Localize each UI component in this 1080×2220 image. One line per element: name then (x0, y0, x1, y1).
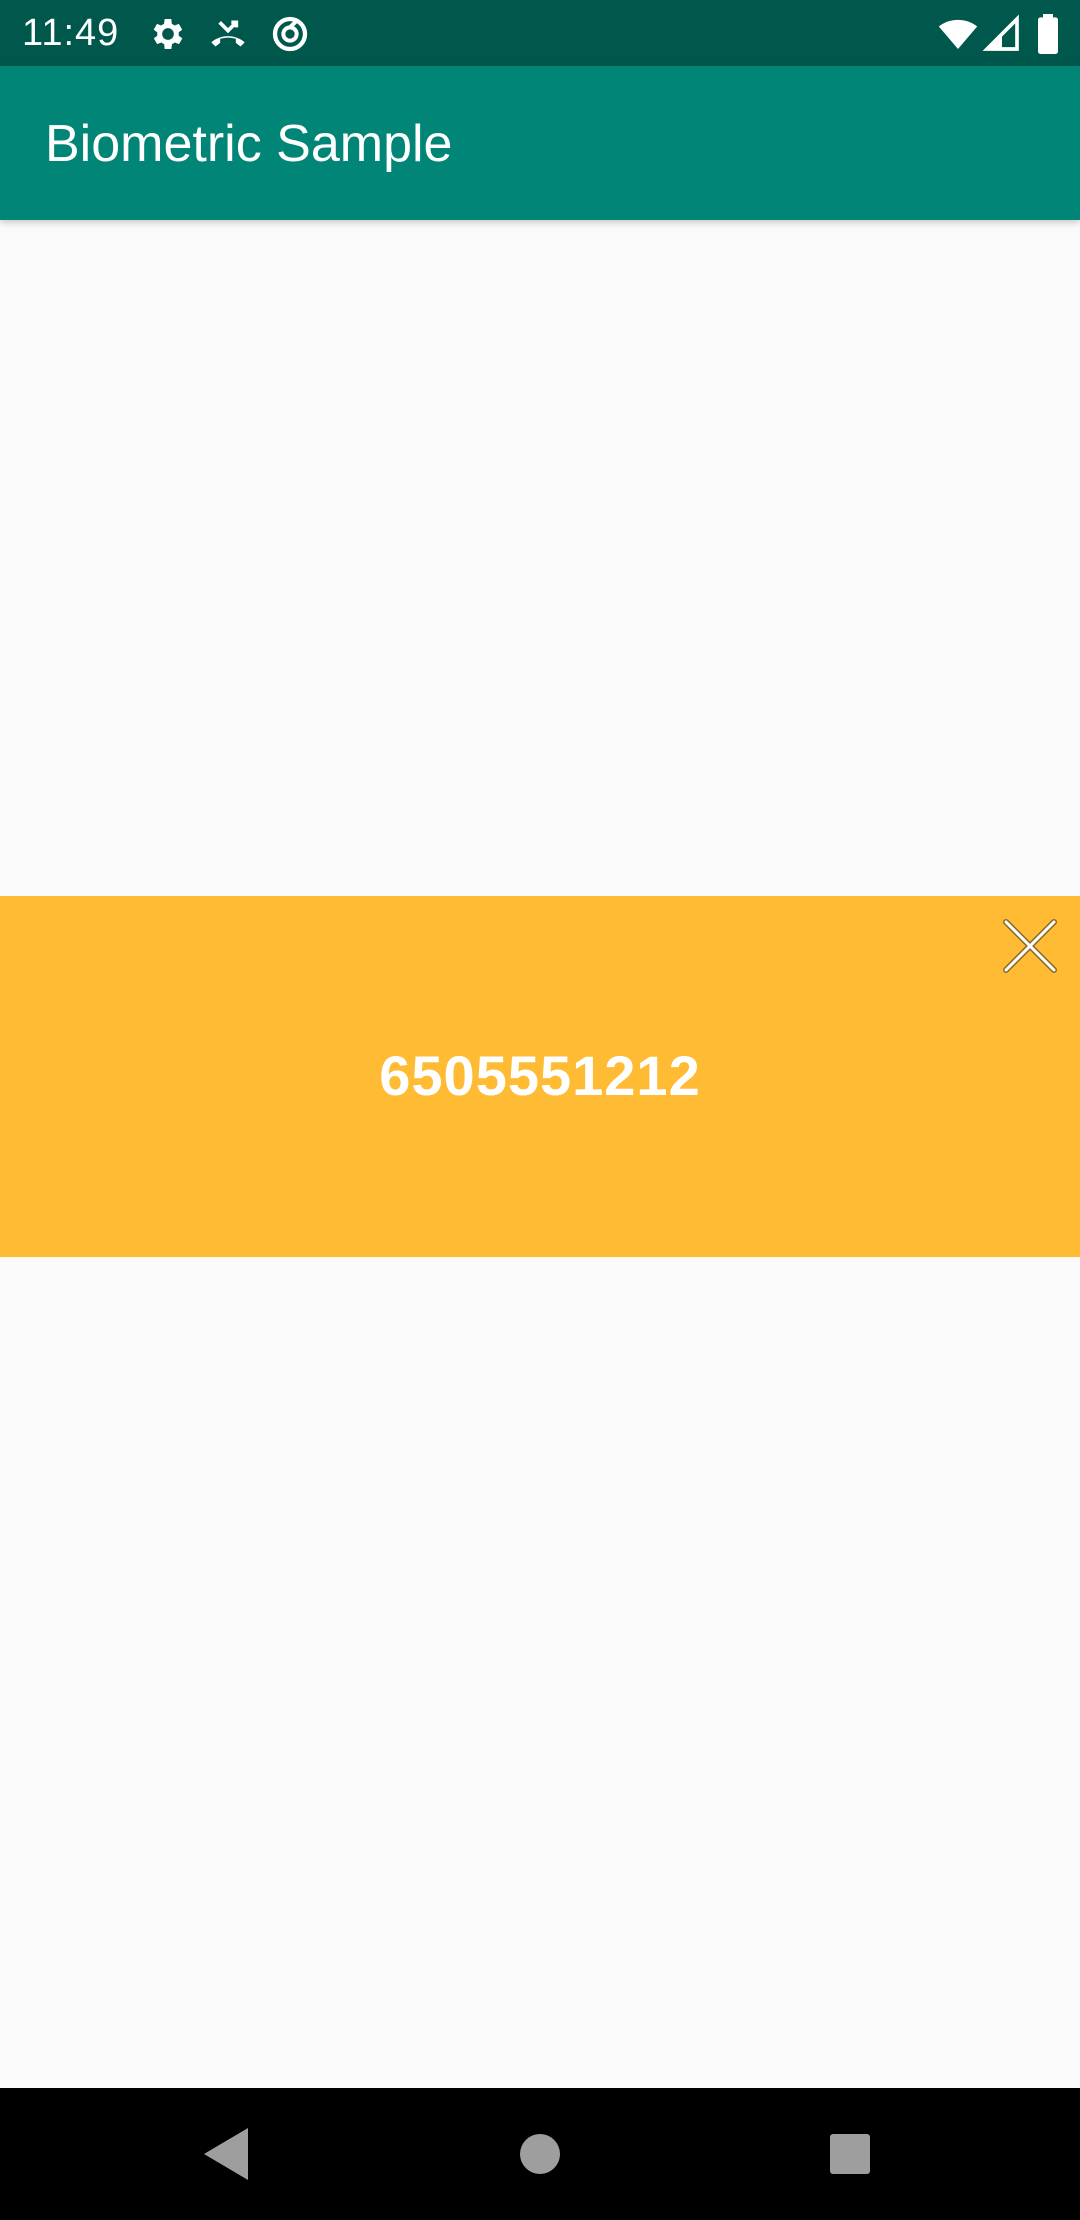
settings-icon (148, 14, 188, 54)
home-icon[interactable] (510, 2124, 570, 2184)
cell-signal-icon (982, 14, 1022, 54)
screen: 11:49 Biometric Sample 6505551212 (0, 0, 1080, 2220)
close-icon[interactable] (1000, 916, 1060, 976)
app-bar: Biometric Sample (0, 66, 1080, 220)
status-bar: 11:49 (0, 0, 1080, 66)
battery-icon (1034, 14, 1062, 54)
app-title: Biometric Sample (45, 115, 453, 173)
navigation-bar (0, 2088, 1080, 2220)
wifi-icon (936, 14, 980, 54)
recents-icon[interactable] (820, 2124, 880, 2184)
missed-call-icon (208, 14, 248, 54)
back-icon[interactable] (196, 2124, 256, 2184)
status-time: 11:49 (22, 12, 120, 54)
banner-value: 6505551212 (379, 1044, 701, 1107)
number-banner: 6505551212 (0, 896, 1080, 1257)
data-saver-icon (270, 14, 310, 54)
